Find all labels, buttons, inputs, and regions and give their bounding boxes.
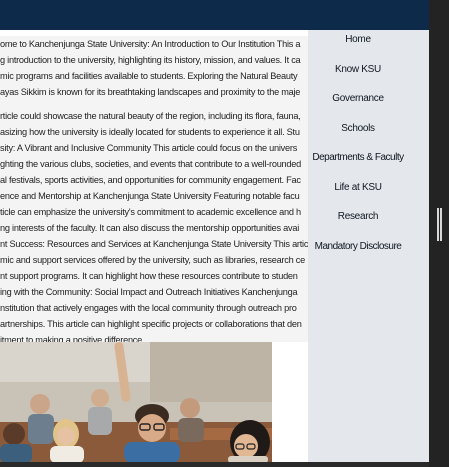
scrollbar-handle[interactable] [437, 208, 442, 241]
article-line: asizing how the university is ideally lo… [0, 127, 300, 137]
article-line: ghting the various clubs, societies, and… [0, 159, 301, 169]
nav-item-mandatory-disclosure[interactable]: Mandatory Disclosure [308, 241, 408, 252]
article-line: nt Success: Resources and Services at Ka… [0, 239, 309, 249]
article-line: artnerships. This article can highlight … [0, 319, 302, 329]
nav-item-life-at-ksu[interactable]: Life at KSU [308, 182, 408, 193]
article-line: sity: A Vibrant and Inclusive Community … [0, 143, 298, 153]
nav-item-research[interactable]: Research [308, 211, 408, 222]
nav-item-know-ksu[interactable]: Know KSU [308, 64, 408, 75]
bottom-edge [0, 462, 429, 467]
article-line: mic and support services offered by the … [0, 255, 305, 265]
article-text-block: ome to Kanchenjunga State University: An… [0, 36, 312, 342]
article-line: nstitution that actively engages with th… [0, 303, 297, 313]
article-line: rticle could showcase the natural beauty… [0, 111, 301, 121]
article-line: ayas Sikkim is known for its breathtakin… [0, 87, 301, 97]
article-line: ng interests of the faculty. It can also… [0, 223, 300, 233]
article-line: al festivals, sports activities, and opp… [0, 175, 301, 185]
nav-item-home[interactable]: Home [308, 34, 408, 45]
article-line: mic programs and facilities available to… [0, 71, 298, 81]
students-lecture-photo [0, 342, 272, 463]
article-line: ome to Kanchenjunga State University: An… [0, 39, 301, 49]
nav-item-governance[interactable]: Governance [308, 93, 408, 104]
article-line: ing with the Community: Social Impact an… [0, 287, 298, 297]
students-photo-illustration [0, 342, 272, 463]
sidebar-navigation: Home Know KSU Governance Schools Departm… [308, 30, 429, 462]
article-line: ticle can emphasize the university's com… [0, 207, 301, 217]
article-line: nt support programs. It can highlight ho… [0, 271, 298, 281]
article-line: itment to making a positive difference. [0, 335, 145, 342]
nav-item-schools[interactable]: Schools [308, 123, 408, 134]
article-line: g introduction to the university, highli… [0, 55, 301, 65]
top-header-bar [0, 0, 429, 30]
nav-item-departments-faculty[interactable]: Departments & Faculty [308, 152, 408, 163]
article-line: ence and Mentorship at Kanchenjunga Stat… [0, 191, 300, 201]
